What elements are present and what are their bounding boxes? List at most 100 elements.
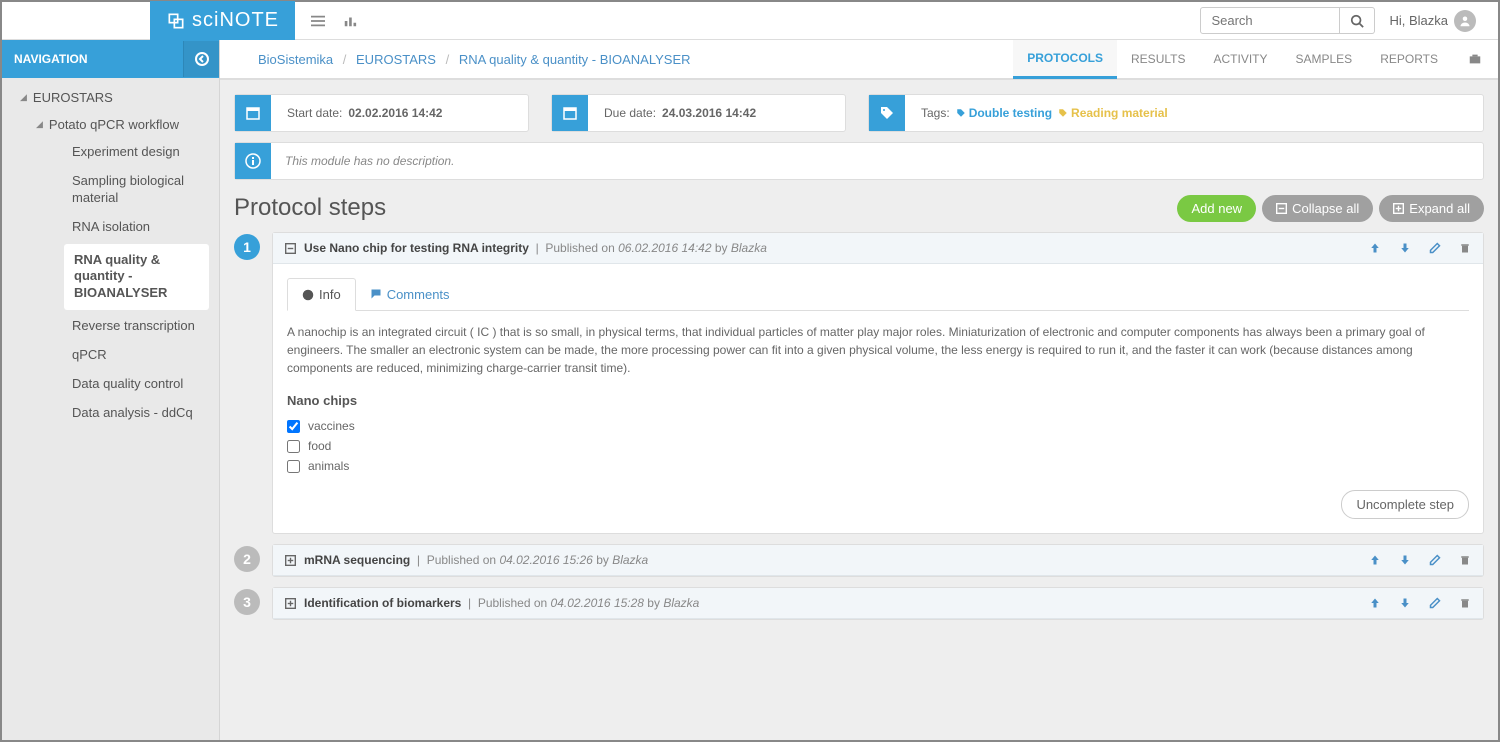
- module-tabs: PROTOCOLSRESULTSACTIVITYSAMPLESREPORTS: [1013, 40, 1498, 79]
- toggle-icon[interactable]: [285, 555, 296, 566]
- step-header[interactable]: Use Nano chip for testing RNA integrity …: [273, 233, 1483, 264]
- checklist: vaccinesfoodanimals: [287, 416, 1469, 476]
- move-up-icon[interactable]: [1369, 597, 1381, 609]
- tag-icon: [869, 95, 905, 131]
- checkbox[interactable]: [287, 420, 300, 433]
- checklist-item[interactable]: animals: [287, 456, 1469, 476]
- breadcrumb-link[interactable]: RNA quality & quantity - BIOANALYSER: [459, 52, 691, 67]
- comment-icon: [370, 288, 382, 300]
- breadcrumb: BioSistemika / EUROSTARS / RNA quality &…: [258, 52, 691, 67]
- app-logo[interactable]: sciNOTE: [150, 1, 295, 40]
- edit-icon[interactable]: [1429, 554, 1441, 566]
- tag-icon: [956, 108, 966, 118]
- checklist-item[interactable]: vaccines: [287, 416, 1469, 436]
- tree-workflow[interactable]: ◢ Potato qPCR workflow: [18, 111, 219, 138]
- step: 1 Use Nano chip for testing RNA integrit…: [234, 232, 1484, 534]
- move-down-icon[interactable]: [1399, 597, 1411, 609]
- sidebar-item[interactable]: Reverse transcription: [18, 312, 219, 341]
- search-input[interactable]: [1200, 7, 1340, 34]
- move-down-icon[interactable]: [1399, 242, 1411, 254]
- description-box: This module has no description.: [234, 142, 1484, 180]
- info-tab[interactable]: Info: [287, 278, 356, 311]
- collapse-icon: [194, 51, 210, 67]
- checklist-item[interactable]: food: [287, 436, 1469, 456]
- move-down-icon[interactable]: [1399, 554, 1411, 566]
- caret-icon: ◢: [36, 119, 43, 130]
- calendar-icon: [552, 95, 588, 131]
- user-menu[interactable]: Hi, Blazka: [1389, 10, 1476, 32]
- tag-icon: [1058, 108, 1068, 118]
- topbar: sciNOTE Hi, Blazka: [2, 2, 1498, 40]
- step-header[interactable]: Identification of biomarkers | Published…: [273, 588, 1483, 619]
- calendar-icon: [235, 95, 271, 131]
- tags-box: Tags: Double testing Reading material: [868, 94, 1484, 132]
- step-number: 1: [234, 234, 260, 260]
- search-button[interactable]: [1340, 7, 1375, 34]
- page-title: Protocol steps: [234, 194, 386, 222]
- nav-tree: ◢ EUROSTARS ◢ Potato qPCR workflow Exper…: [2, 78, 219, 434]
- search: [1200, 7, 1375, 34]
- module-tab[interactable]: PROTOCOLS: [1013, 40, 1117, 79]
- start-date-box: Start date: 02.02.2016 14:42: [234, 94, 529, 132]
- chart-icon[interactable]: [343, 14, 357, 28]
- info-icon: [302, 289, 314, 301]
- move-up-icon[interactable]: [1369, 554, 1381, 566]
- sidebar-item[interactable]: Data analysis - ddCq: [18, 399, 219, 428]
- tag[interactable]: Double testing: [956, 106, 1052, 120]
- edit-icon[interactable]: [1429, 597, 1441, 609]
- due-date-box: Due date: 24.03.2016 14:42: [551, 94, 846, 132]
- step-description: A nanochip is an integrated circuit ( IC…: [287, 323, 1469, 377]
- sidebar-item[interactable]: qPCR: [18, 341, 219, 370]
- uncomplete-step-button[interactable]: Uncomplete step: [1341, 490, 1469, 519]
- add-step-button[interactable]: Add new: [1177, 195, 1256, 222]
- menu-icon[interactable]: [311, 14, 325, 28]
- caret-icon: ◢: [20, 92, 27, 103]
- expand-all-button[interactable]: Expand all: [1379, 195, 1484, 222]
- edit-icon[interactable]: [1429, 242, 1441, 254]
- sidebar-item[interactable]: Data quality control: [18, 370, 219, 399]
- module-tab[interactable]: RESULTS: [1117, 40, 1199, 79]
- sidebar-collapse-button[interactable]: [183, 41, 219, 77]
- sidebar-item[interactable]: Experiment design: [18, 138, 219, 167]
- sidebar-item[interactable]: RNA isolation: [18, 213, 219, 242]
- toggle-icon[interactable]: [285, 598, 296, 609]
- delete-icon[interactable]: [1459, 597, 1471, 609]
- step-header[interactable]: mRNA sequencing | Published on 04.02.201…: [273, 545, 1483, 576]
- logo-icon: [166, 11, 186, 31]
- toggle-icon[interactable]: [285, 243, 296, 254]
- move-up-icon[interactable]: [1369, 242, 1381, 254]
- comments-tab[interactable]: Comments: [356, 278, 464, 310]
- delete-icon[interactable]: [1459, 554, 1471, 566]
- delete-icon[interactable]: [1459, 242, 1471, 254]
- step-title: Use Nano chip for testing RNA integrity: [304, 241, 529, 255]
- steps-list: 1 Use Nano chip for testing RNA integrit…: [220, 232, 1498, 650]
- step-title: mRNA sequencing: [304, 553, 410, 567]
- sidebar: NAVIGATION ◢ EUROSTARS ◢ Potato qPCR wor…: [2, 40, 220, 740]
- sidebar-item[interactable]: Sampling biological material: [18, 167, 219, 213]
- minus-square-icon: [1276, 203, 1287, 214]
- tag[interactable]: Reading material: [1058, 106, 1168, 120]
- sidebar-item[interactable]: RNA quality & quantity - BIOANALYSER: [64, 244, 209, 311]
- checklist-title: Nano chips: [287, 393, 1469, 408]
- checkbox[interactable]: [287, 440, 300, 453]
- avatar: [1454, 10, 1476, 32]
- step-number: 3: [234, 589, 260, 615]
- main: BioSistemika / EUROSTARS / RNA quality &…: [220, 40, 1498, 740]
- subnav: BioSistemika / EUROSTARS / RNA quality &…: [220, 40, 1498, 80]
- step: 3 Identification of biomarkers | Publish…: [234, 587, 1484, 620]
- info-icon: [235, 143, 271, 179]
- step: 2 mRNA sequencing | Published on 04.02.2…: [234, 544, 1484, 577]
- module-tab[interactable]: ACTIVITY: [1199, 40, 1281, 79]
- search-icon: [1350, 14, 1364, 28]
- step-number: 2: [234, 546, 260, 572]
- breadcrumb-link[interactable]: BioSistemika: [258, 52, 333, 67]
- module-tab[interactable]: SAMPLES: [1282, 40, 1367, 79]
- sidebar-header: NAVIGATION: [2, 40, 219, 78]
- breadcrumb-link[interactable]: EUROSTARS: [356, 52, 436, 67]
- module-tab[interactable]: REPORTS: [1366, 40, 1452, 79]
- tree-project[interactable]: ◢ EUROSTARS: [2, 84, 219, 111]
- step-title: Identification of biomarkers: [304, 596, 461, 610]
- briefcase-icon[interactable]: [1452, 40, 1498, 79]
- collapse-all-button[interactable]: Collapse all: [1262, 195, 1373, 222]
- checkbox[interactable]: [287, 460, 300, 473]
